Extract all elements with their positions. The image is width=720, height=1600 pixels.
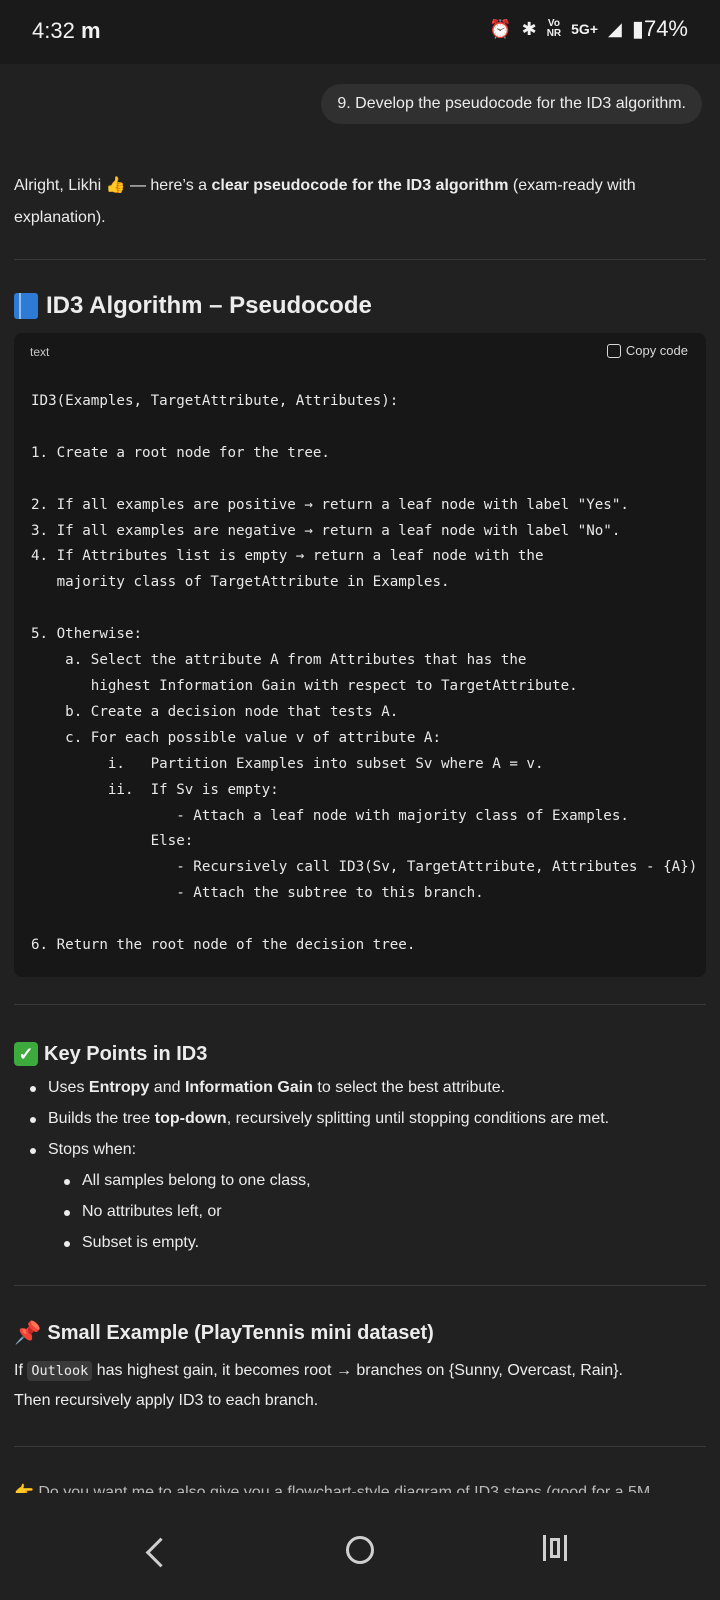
battery-level: ▮74%	[631, 16, 688, 41]
section-heading-pseudocode: ID3 Algorithm – Pseudocode	[14, 292, 372, 320]
code-content: ID3(Examples, TargetAttribute, Attribute…	[31, 393, 698, 954]
status-bar: 4:32 m ⏰ ✱ Vo NR 5G+ ◢ ▮74%	[0, 0, 720, 64]
book-icon	[14, 293, 38, 319]
divider	[14, 259, 706, 260]
inline-code: Outlook	[27, 1361, 93, 1381]
code-language-label: text	[30, 345, 50, 359]
key-points-list: Uses Entropy and Information Gain to sel…	[14, 1072, 609, 1258]
copy-icon	[606, 343, 621, 358]
assistant-intro: Alright, Likhi 👍 — here’s a clear pseudo…	[14, 177, 636, 226]
back-icon[interactable]	[145, 1537, 176, 1568]
section-heading-key-points: ✓ Key Points in ID3	[14, 1042, 207, 1066]
sub-list-item: All samples belong to one class,	[14, 1165, 609, 1196]
copy-code-button[interactable]: Copy code	[606, 343, 688, 358]
bluetooth-icon: ✱	[521, 18, 537, 39]
divider	[14, 1446, 706, 1447]
pushpin-icon: 📌	[14, 1320, 42, 1345]
system-nav-bar	[0, 1516, 720, 1600]
divider	[14, 1004, 706, 1005]
network-indicator: Vo NR	[546, 18, 562, 39]
followup-question-partial: 👉 Do you want me to also give you a flow…	[14, 1484, 651, 1493]
status-time: 4:32 m	[32, 18, 101, 43]
signal-icon: ◢	[608, 18, 622, 39]
code-block: text Copy code ID3(Examples, TargetAttri…	[14, 333, 706, 977]
section-heading-example: 📌 Small Example (PlayTennis mini dataset…	[14, 1320, 434, 1345]
alarm-icon: ⏰	[489, 18, 512, 39]
carrier-icon: m	[80, 18, 101, 43]
status-icons: ⏰ ✱ Vo NR 5G+ ◢ ▮74%	[489, 16, 688, 42]
thumbs-up-emoji: 👍	[105, 177, 126, 194]
list-item: Stops when:	[14, 1134, 609, 1165]
network-type: 5G+	[571, 21, 598, 37]
example-paragraph: If Outlook has highest gain, it becomes …	[14, 1361, 623, 1409]
divider	[14, 1285, 706, 1286]
list-item: Uses Entropy and Information Gain to sel…	[14, 1072, 609, 1103]
list-item: Builds the tree top-down, recursively sp…	[14, 1103, 609, 1134]
user-message-text: 9. Develop the pseudocode for the ID3 al…	[337, 95, 686, 112]
sub-list-item: Subset is empty.	[14, 1227, 609, 1258]
recent-apps-icon[interactable]	[543, 1535, 571, 1561]
user-message-bubble: 9. Develop the pseudocode for the ID3 al…	[321, 84, 702, 124]
check-mark-icon: ✓	[14, 1042, 38, 1066]
sub-list-item: No attributes left, or	[14, 1196, 609, 1227]
home-icon[interactable]	[346, 1536, 374, 1564]
